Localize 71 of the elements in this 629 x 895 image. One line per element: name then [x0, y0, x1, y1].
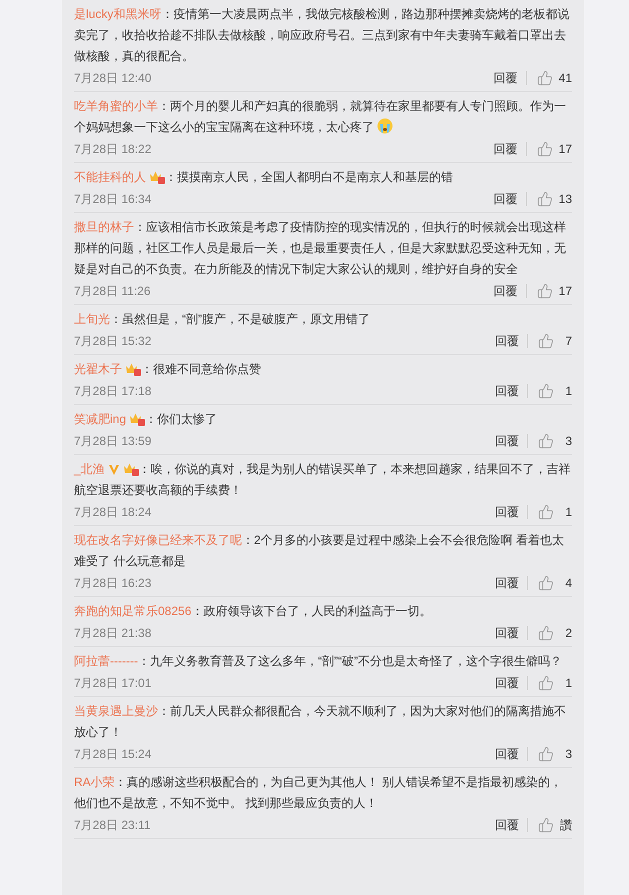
comment-text: 奔跑的知足常乐08256：政府领导该下台了，人民的利益高于一切。 — [74, 603, 432, 620]
reply-link[interactable]: 回覆 — [494, 192, 527, 206]
comment-text: 吃羊角蜜的小羊：两个月的婴儿和产妇真的很脆弱，就算待在家里都要有人专门照顾。作为一个妈妈想象一下这么小的宝宝隔离在这种环境，太心疼了 — [74, 98, 567, 136]
comment-text: 笑减肥ing ：你们太惨了 — [74, 411, 218, 428]
thumbs-up-icon[interactable] — [538, 575, 554, 591]
comment-text: 撒旦的林子：应该相信市长政策是考虑了疫情防控的现实情况的，但执行的时候就会出现这样那样的问题，社区工作人员是最后一关，也是最重要责任人，但是大家默默忍受这种无知，无疑是对自己的不负责。在力所能及的情况下制定大家公认的规则，维护好自身的安全 — [74, 219, 567, 278]
thumbs-up-icon[interactable] — [538, 383, 554, 399]
like-count: 17 — [558, 142, 572, 156]
reply-link[interactable]: 回覆 — [495, 676, 528, 690]
comment-date: 7月28日 16:23 — [74, 574, 152, 592]
reply-link[interactable]: 回覆 — [494, 71, 527, 85]
comment-text: 光翟木子 ：很难不同意给你点赞 — [74, 361, 262, 378]
like-count: 讚 — [560, 816, 572, 834]
reply-link[interactable]: 回覆 — [495, 576, 528, 590]
verified-badge-icon — [108, 464, 120, 476]
comment-date: 7月28日 21:38 — [74, 624, 152, 642]
like-count: 3 — [564, 747, 572, 761]
thumbs-up-icon[interactable] — [538, 433, 554, 449]
like-count: 1 — [564, 384, 572, 398]
comment-text: RA小荣：真的感谢这些积极配合的，为自己更为其他人！ 别人错误希望不是指最初感染的，他们也不是故意，不知不觉中。 找到那些最应负责的人！ — [74, 774, 564, 812]
comment-date: 7月28日 17:18 — [74, 382, 152, 400]
thumbs-up-icon[interactable] — [538, 333, 554, 349]
like-count: 4 — [564, 576, 572, 590]
reply-link[interactable]: 回覆 — [494, 142, 527, 156]
crown-badge-icon — [129, 412, 146, 426]
reply-link[interactable]: 回覆 — [495, 434, 528, 448]
thumbs-up-icon[interactable] — [538, 625, 554, 641]
reply-link[interactable]: 回覆 — [495, 818, 528, 832]
reply-link[interactable]: 回覆 — [495, 747, 528, 761]
comment-date: 7月28日 11:26 — [74, 282, 152, 300]
crown-badge-icon — [125, 362, 141, 376]
reply-link[interactable]: 回覆 — [495, 384, 528, 398]
thumbs-up-icon[interactable] — [538, 675, 554, 691]
reply-link[interactable]: 回覆 — [495, 334, 528, 348]
reply-link[interactable]: 回覆 — [495, 505, 528, 519]
crown-badge-icon — [149, 170, 165, 184]
thumbs-up-icon[interactable] — [538, 746, 554, 762]
comment-date: 7月28日 18:24 — [74, 504, 152, 520]
comment-date: 7月28日 15:24 — [74, 746, 152, 762]
comment-date: 7月28日 16:34 — [74, 190, 152, 208]
comment-text: 上旬光：虽然但是，“剖”腹产，不是破腹产，原文用错了 — [74, 311, 371, 328]
comment-date: 7月28日 15:32 — [74, 332, 152, 350]
crown-badge-icon — [122, 462, 139, 476]
comment-date: 7月28日 18:22 — [74, 140, 152, 158]
like-count: 13 — [558, 192, 572, 206]
comment-text: 不能挂科的人 ：摸摸南京人民，全国人都明白不是南京人和基层的错 — [74, 169, 454, 186]
reply-link[interactable]: 回覆 — [495, 626, 528, 640]
like-count: 17 — [558, 284, 572, 298]
reply-link[interactable]: 回覆 — [494, 284, 527, 298]
comment-text: 现在改名字好像已经来不及了呢：2个月多的小孩要是过程中感染上会不会很危险啊 看着也太难受了 什么玩意都是 — [74, 532, 566, 570]
like-count: 3 — [564, 434, 572, 448]
comment-date: 7月28日 13:59 — [74, 432, 152, 450]
comment-date: 7月28日 12:40 — [74, 70, 152, 86]
crying-face-icon — [377, 118, 393, 134]
comment-date: 7月28日 17:01 — [74, 674, 152, 692]
thumbs-up-icon[interactable] — [538, 817, 554, 833]
like-count: 7 — [564, 334, 572, 348]
thumbs-up-icon[interactable] — [536, 70, 553, 86]
comment-text: _北渔 ：唉，你说的真对，我是为别人的错误买单了，本来想回趟家，结果回不了，吉祥航空退票还要收高额的手续费！ — [74, 461, 572, 499]
thumbs-up-icon[interactable] — [536, 283, 553, 299]
comment-text: 是lucky和黑米呀：疫情第一大凌晨两点半，我做完核酸检测，路边那种摆摊卖烧烤的老板都说卖完了，收拾收拾趁不排队去做核酸，响应政府号召。三点到家有中年夫妻骑车戴着口罩出去做核酸，真的很配合。 — [74, 6, 570, 65]
comment-text: 阿拉蕾-------：九年义务教育普及了这么多年，“剖”“破”不分也是太奇怪了，这个字很生僻吗？ — [74, 653, 563, 670]
thumbs-up-icon[interactable] — [538, 504, 554, 520]
thumbs-up-icon[interactable] — [536, 191, 553, 207]
comment-text: 当黄泉遇上曼沙：前几天人民群众都很配合，今天就不顺利了，因为大家对他们的隔离措施不放心了！ — [74, 703, 567, 741]
like-count: 1 — [564, 505, 572, 519]
like-count: 2 — [564, 626, 572, 640]
comment-date: 7月28日 23:11 — [74, 816, 152, 834]
thumbs-up-icon[interactable] — [536, 141, 553, 157]
like-count: 1 — [564, 676, 572, 690]
like-count: 41 — [558, 71, 572, 85]
